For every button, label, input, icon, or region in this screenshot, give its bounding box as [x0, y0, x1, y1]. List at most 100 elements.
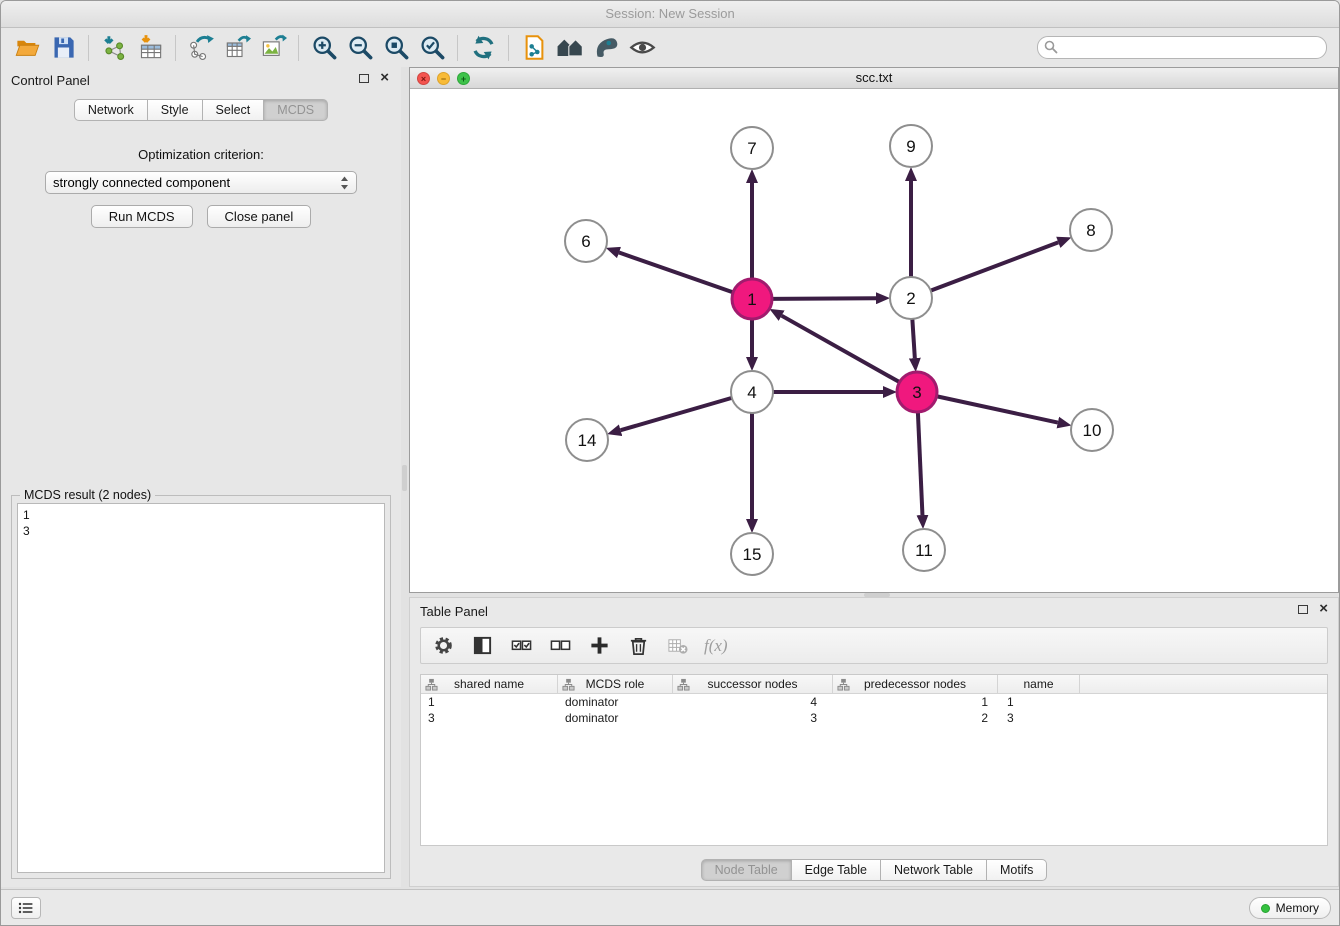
edge-2-8[interactable]	[931, 242, 1059, 290]
tab-select[interactable]: Select	[203, 99, 265, 121]
cell-predecessor-nodes[interactable]: 1	[833, 695, 998, 709]
criterion-dropdown[interactable]: strongly connected component	[45, 171, 357, 194]
select-all-button[interactable]	[509, 634, 533, 658]
show-hide-graphics-button[interactable]	[624, 32, 660, 64]
splitter-grip[interactable]	[402, 465, 407, 491]
close-window-icon[interactable]: ×	[417, 72, 430, 85]
search-input[interactable]	[1037, 36, 1327, 59]
export-network-button[interactable]	[183, 32, 219, 64]
column-header-predecessor-nodes[interactable]: predecessor nodes	[833, 675, 998, 693]
table-panel-header: Table Panel ×	[410, 598, 1338, 622]
tab-network-table[interactable]: Network Table	[881, 859, 987, 881]
zoom-out-button[interactable]	[342, 32, 378, 64]
zoom-in-button[interactable]	[306, 32, 342, 64]
cell-name[interactable]: 3	[998, 711, 1080, 725]
vertical-splitter[interactable]	[401, 67, 409, 887]
column-header-shared-name[interactable]: shared name	[421, 675, 558, 693]
edge-3-10[interactable]	[937, 396, 1058, 422]
column-header-mcds-role[interactable]: MCDS role	[558, 675, 673, 693]
node-label: 9	[906, 137, 915, 156]
edge-3-1[interactable]	[782, 316, 900, 382]
close-mcds-panel-button[interactable]: Close panel	[207, 205, 312, 228]
node-9[interactable]: 9	[890, 125, 932, 167]
refresh-view-button[interactable]	[465, 32, 501, 64]
edge-1-6[interactable]	[619, 253, 733, 293]
import-table-button[interactable]	[132, 32, 168, 64]
control-panel-title: Control Panel	[11, 73, 90, 88]
cell-mcds-role[interactable]: dominator	[558, 711, 673, 725]
node-10[interactable]: 10	[1071, 409, 1113, 451]
export-table-button[interactable]	[219, 32, 255, 64]
table-row[interactable]: 1 dominator 4 1 1	[421, 694, 1327, 710]
trash-icon	[628, 635, 649, 656]
mcds-result-list[interactable]: 1 3	[17, 503, 385, 873]
search-box[interactable]	[1037, 36, 1327, 59]
node-8[interactable]: 8	[1070, 209, 1112, 251]
home-button[interactable]	[552, 32, 588, 64]
clear-all-button[interactable]	[548, 634, 572, 658]
column-header-successor-nodes[interactable]: successor nodes	[673, 675, 833, 693]
cell-shared-name[interactable]: 3	[421, 711, 558, 725]
close-panel-icon[interactable]: ×	[380, 70, 389, 86]
open-session-button[interactable]	[9, 32, 45, 64]
tab-motifs[interactable]: Motifs	[987, 859, 1047, 881]
cell-successor-nodes[interactable]: 3	[673, 711, 833, 725]
run-mcds-button[interactable]: Run MCDS	[91, 205, 193, 228]
node-7[interactable]: 7	[731, 127, 773, 169]
import-network-button[interactable]	[96, 32, 132, 64]
column-header-filler	[1080, 675, 1327, 693]
float-panel-icon[interactable]	[359, 74, 369, 83]
zoom-fit-button[interactable]	[378, 32, 414, 64]
cell-name[interactable]: 1	[998, 695, 1080, 709]
maximize-window-icon[interactable]: +	[457, 72, 470, 85]
delete-columns-button[interactable]	[626, 634, 650, 658]
node-label: 11	[915, 541, 933, 560]
cell-predecessor-nodes[interactable]: 2	[833, 711, 998, 725]
column-header-name[interactable]: name	[998, 675, 1080, 693]
minimize-window-icon[interactable]: −	[437, 72, 450, 85]
show-columns-button[interactable]	[470, 634, 494, 658]
table-options-button[interactable]	[431, 634, 455, 658]
zoom-fit-icon	[383, 34, 410, 61]
float-table-panel-icon[interactable]	[1298, 605, 1308, 614]
network-canvas[interactable]: 7 9 6 8 1 2 4 3 14 10 15 11	[410, 89, 1340, 592]
export-image-button[interactable]	[255, 32, 291, 64]
cell-successor-nodes[interactable]: 4	[673, 695, 833, 709]
task-history-button[interactable]	[11, 897, 41, 919]
table-row[interactable]: 3 dominator 3 2 3	[421, 710, 1327, 726]
memory-button[interactable]: Memory	[1249, 897, 1331, 919]
create-network-view-button[interactable]	[516, 32, 552, 64]
tab-node-table[interactable]: Node Table	[701, 859, 792, 881]
node-1[interactable]: 1	[732, 279, 772, 319]
zoom-selected-button[interactable]	[414, 32, 450, 64]
node-2[interactable]: 2	[890, 277, 932, 319]
tab-edge-table[interactable]: Edge Table	[792, 859, 881, 881]
mcds-result-title: MCDS result (2 nodes)	[20, 488, 155, 502]
close-table-panel-icon[interactable]: ×	[1319, 601, 1328, 617]
node-11[interactable]: 11	[903, 529, 945, 571]
node-4[interactable]: 4	[731, 371, 773, 413]
node-6[interactable]: 6	[565, 220, 607, 262]
list-icon	[18, 901, 34, 915]
main-toolbar	[1, 28, 1339, 67]
zoom-in-icon	[311, 34, 338, 61]
node-15[interactable]: 15	[731, 533, 773, 575]
edge-1-2[interactable]	[772, 298, 876, 299]
save-session-button[interactable]	[45, 32, 81, 64]
edge-3-11[interactable]	[918, 412, 923, 515]
refresh-icon	[470, 34, 497, 61]
tab-network[interactable]: Network	[74, 99, 148, 121]
cell-shared-name[interactable]: 1	[421, 695, 558, 709]
cell-mcds-role[interactable]: dominator	[558, 695, 673, 709]
edge-4-14[interactable]	[621, 398, 732, 430]
create-column-button[interactable]	[587, 634, 611, 658]
function-builder-button[interactable]: f(x)	[704, 636, 728, 656]
node-3[interactable]: 3	[897, 372, 937, 412]
tab-mcds[interactable]: MCDS	[264, 99, 328, 121]
node-14[interactable]: 14	[566, 419, 608, 461]
tab-style[interactable]: Style	[148, 99, 203, 121]
mcds-buttons: Run MCDS Close panel	[1, 205, 401, 228]
apply-style-button[interactable]	[588, 32, 624, 64]
delete-table-button[interactable]	[665, 634, 689, 658]
edge-2-3[interactable]	[912, 319, 914, 358]
